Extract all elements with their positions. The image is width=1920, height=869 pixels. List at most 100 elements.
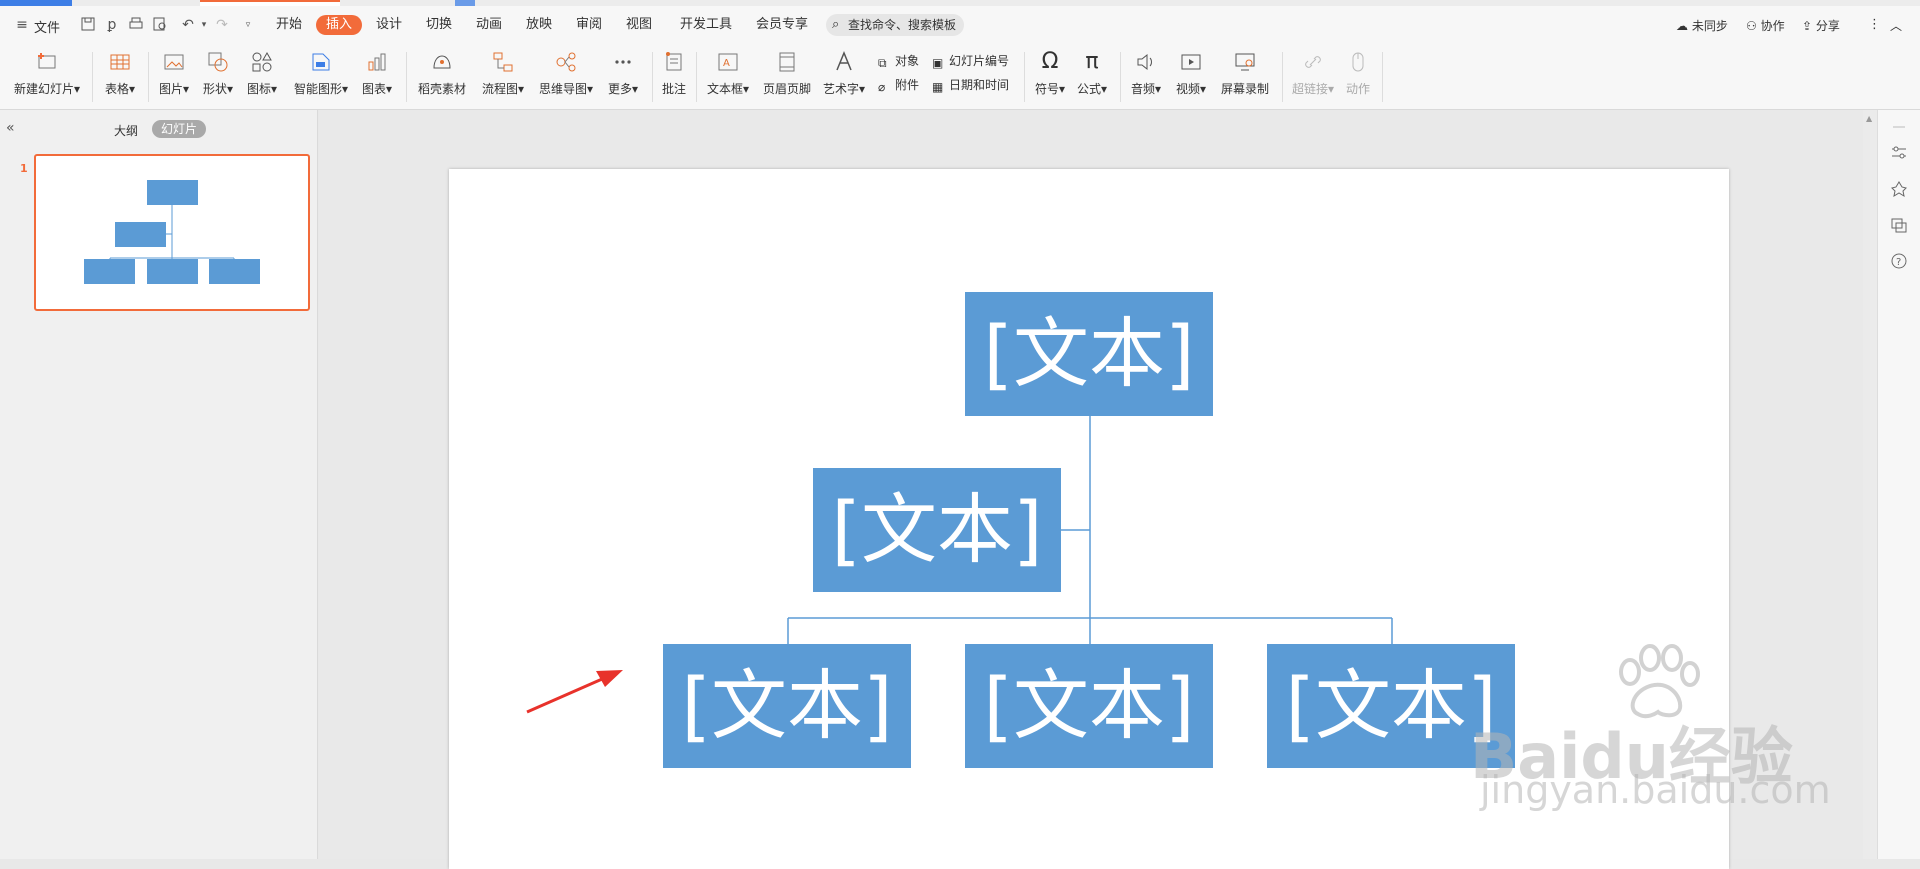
object-label: 对象 — [895, 54, 920, 68]
search-input[interactable]: ⌕ 查找命令、搜索模板 — [826, 14, 964, 36]
shape-button[interactable]: 形状▾ — [200, 50, 236, 104]
slide-thumbnail[interactable] — [34, 154, 310, 311]
formula-button[interactable]: π 公式▾ — [1074, 50, 1110, 104]
org-node-child-2[interactable]: [文本] — [965, 644, 1213, 768]
icon-label: 图标 — [246, 82, 271, 96]
attachment-button[interactable]: ⌀ 附件 — [878, 76, 919, 94]
hyperlink-label: 超链接 — [1291, 82, 1328, 96]
chart-button[interactable]: 图表▾ — [358, 50, 396, 104]
tab-member[interactable]: 会员专享 — [746, 15, 818, 35]
object-icon: ⧉ — [878, 56, 887, 70]
tab-slideshow[interactable]: 放映 — [516, 15, 562, 35]
tab-insert[interactable]: 插入 — [316, 15, 363, 35]
table-button[interactable]: 表格▾ — [100, 50, 140, 104]
mindmap-button[interactable]: 思维导图▾ — [536, 50, 596, 104]
pane-divider-icon — [1893, 126, 1905, 128]
chart-icon — [368, 53, 386, 71]
header-footer-button[interactable]: 页眉页脚 — [760, 50, 814, 104]
more-dots-icon — [615, 60, 631, 64]
tab-home[interactable]: 开始 — [266, 15, 312, 35]
help-icon[interactable]: ? — [1890, 252, 1908, 270]
comment-icon — [666, 52, 682, 71]
ribbon-separator — [1282, 52, 1283, 102]
format-painter-icon[interactable]: ꝑ — [104, 17, 120, 33]
right-task-pane-bar: ? — [1877, 110, 1920, 859]
save-icon[interactable] — [80, 17, 96, 33]
tab-outline[interactable]: 大纲 — [114, 122, 138, 139]
file-menu[interactable]: 文件 — [34, 17, 60, 36]
textbox-button[interactable]: A 文本框▾ — [704, 50, 752, 104]
smartart-button[interactable]: 智能图形▾ — [292, 50, 350, 104]
sync-status[interactable]: ☁ 未同步 — [1676, 17, 1728, 34]
properties-sliders-icon[interactable] — [1890, 144, 1908, 162]
more-options-icon[interactable]: ⋮ — [1868, 17, 1881, 32]
slide-number-icon: ▣ — [932, 56, 944, 70]
video-button[interactable]: 视频▾ — [1172, 50, 1210, 104]
docer-label: 稻壳素材 — [417, 82, 466, 96]
share-button[interactable]: ⇪ 分享 — [1802, 17, 1840, 34]
screen-record-button[interactable]: 屏幕录制 — [1218, 50, 1272, 104]
hamburger-menu-icon[interactable]: ≡ — [14, 17, 30, 33]
magic-pin-icon[interactable] — [1890, 180, 1908, 198]
collapse-ribbon-icon[interactable]: ︿ — [1890, 17, 1902, 34]
org-node-child-1[interactable]: [文本] — [663, 644, 911, 768]
slide-transition-icon[interactable] — [1890, 216, 1908, 234]
wordart-label: 艺术字 — [822, 82, 859, 96]
tab-view[interactable]: 视图 — [616, 15, 662, 35]
tab-slides[interactable]: 幻灯片 — [152, 120, 207, 138]
object-button[interactable]: ⧉ 对象 — [878, 52, 919, 70]
thumbnail-diagram — [84, 180, 260, 284]
print-icon[interactable] — [128, 17, 144, 33]
picture-icon — [164, 54, 184, 70]
slide-number-button[interactable]: ▣ 幻灯片编号 — [932, 52, 1009, 70]
org-node-top[interactable]: [文本] — [965, 292, 1213, 416]
picture-button[interactable]: 图片▾ — [156, 50, 192, 104]
more-button[interactable]: 更多▾ — [604, 50, 642, 104]
print-preview-icon[interactable] — [152, 17, 168, 33]
tab-design[interactable]: 设计 — [366, 15, 412, 35]
mindmap-icon — [556, 52, 576, 72]
attachment-label: 附件 — [895, 78, 920, 92]
header-footer-label: 页眉页脚 — [762, 82, 811, 96]
baidu-jingyan-watermark: Baidu经验 jingyan.baidu.com — [1470, 644, 1831, 820]
more-label: 更多 — [607, 82, 632, 96]
screen-record-label: 屏幕录制 — [1220, 82, 1269, 96]
mouse-icon — [1352, 52, 1364, 72]
sync-label: 未同步 — [1691, 19, 1728, 33]
docer-material-button[interactable]: 稻壳素材 — [414, 50, 470, 104]
flowchart-button[interactable]: 流程图▾ — [478, 50, 528, 104]
datetime-button[interactable]: ▦ 日期和时间 — [932, 76, 1009, 94]
collab-button[interactable]: ⚇ 协作 — [1746, 17, 1785, 34]
tab-transition[interactable]: 切换 — [416, 15, 462, 35]
new-slide-button[interactable]: 新建幻灯片▾ — [10, 50, 84, 104]
textbox-label: 文本框 — [706, 82, 743, 96]
hyperlink-button[interactable]: 超链接▾ — [1290, 50, 1336, 104]
ribbon-separator — [148, 52, 149, 102]
action-label: 动作 — [1345, 82, 1370, 96]
redo-icon[interactable]: ↷ — [214, 17, 230, 33]
tab-animation[interactable]: 动画 — [466, 15, 512, 35]
comment-label: 批注 — [661, 82, 686, 96]
org-node-assistant[interactable]: [文本] — [813, 468, 1061, 592]
tab-review[interactable]: 审阅 — [566, 15, 612, 35]
undo-dropdown-icon[interactable]: ▾ — [196, 17, 212, 33]
screen-record-icon — [1235, 53, 1255, 71]
symbol-button[interactable]: Ω 符号▾ — [1032, 50, 1068, 104]
calendar-icon: ▦ — [932, 80, 944, 94]
collapse-panel-icon[interactable]: « — [6, 120, 15, 136]
icon-button[interactable]: 图标▾ — [244, 50, 280, 104]
undo-icon[interactable]: ↶ — [180, 17, 196, 33]
tab-developer[interactable]: 开发工具 — [670, 15, 742, 35]
vertical-scrollbar[interactable]: ▲ — [1863, 110, 1877, 859]
comment-button[interactable]: 批注 — [660, 50, 688, 104]
scroll-up-icon[interactable]: ▲ — [1866, 114, 1872, 123]
slides-panel: « 大纲 幻灯片 1 — [0, 110, 318, 859]
quick-access-more-icon[interactable]: ▿ — [240, 17, 256, 33]
smartart-label: 智能图形 — [293, 82, 342, 96]
wordart-button[interactable]: 艺术字▾ — [820, 50, 868, 104]
watermark-url: jingyan.baidu.com — [1480, 768, 1831, 812]
new-slide-label: 新建幻灯片 — [13, 82, 74, 96]
audio-button[interactable]: 音频▾ — [1128, 50, 1164, 104]
search-icon: ⌕ — [832, 17, 840, 32]
action-button[interactable]: 动作 — [1344, 50, 1372, 104]
